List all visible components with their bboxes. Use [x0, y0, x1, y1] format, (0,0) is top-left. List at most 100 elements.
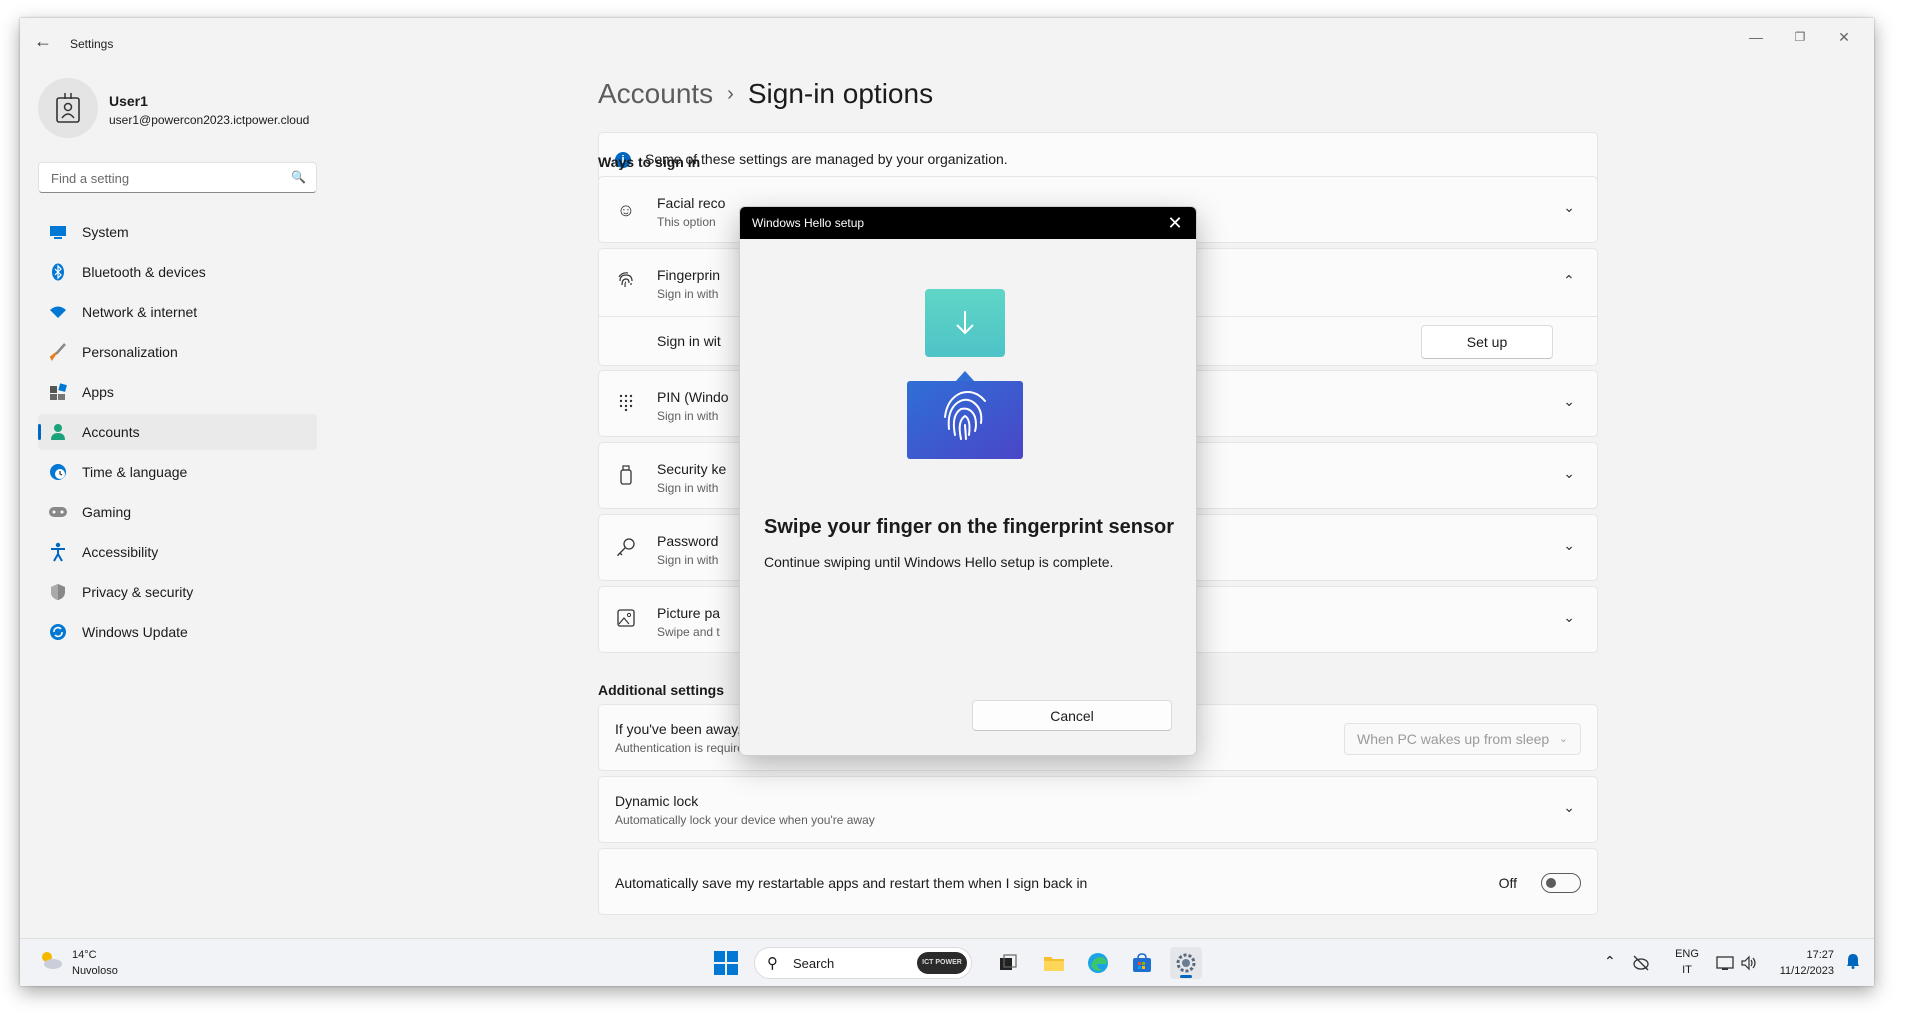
language-indicator[interactable]: ENG IT: [1672, 939, 1702, 986]
windows-hello-dialog: Windows Hello setup ✕ Swipe your finger …: [739, 206, 1197, 756]
sidebar-item-label: Bluetooth & devices: [82, 264, 206, 280]
chevron-down-icon[interactable]: ⌄: [1563, 799, 1575, 816]
breadcrumb-parent[interactable]: Accounts: [598, 78, 713, 109]
sidebar-nav: System Bluetooth & devices Network & int…: [38, 214, 317, 654]
dialog-close-icon[interactable]: ✕: [1164, 211, 1186, 235]
row-subtitle: Sign in with: [657, 287, 719, 301]
row-subtitle: Sign in with: [657, 481, 719, 495]
search-icon[interactable]: 🔍: [291, 170, 306, 184]
language-code: ENG: [1675, 948, 1699, 960]
shield-icon: [48, 582, 68, 602]
dialog-heading: Swipe your finger on the fingerprint sen…: [764, 516, 1175, 538]
chevron-down-icon[interactable]: ⌄: [1563, 465, 1575, 482]
chevron-down-icon[interactable]: ⌄: [1563, 537, 1575, 554]
usb-key-icon: [615, 465, 637, 487]
back-arrow-icon[interactable]: ←: [30, 28, 56, 54]
brush-icon: [48, 342, 68, 362]
fingerprint-icon: [615, 271, 637, 293]
chevron-down-icon[interactable]: ⌄: [1563, 393, 1575, 410]
row-title: Dynamic lock: [615, 793, 699, 809]
row-title: Facial reco: [657, 195, 726, 211]
clock-time: 17:27: [1806, 949, 1834, 961]
wifi-icon: [48, 302, 68, 322]
ways-to-sign-in-heading: Ways to sign in: [598, 154, 701, 170]
sidebar-item-label: Gaming: [82, 504, 132, 520]
row-title: Automatically save my restartable apps a…: [615, 875, 1088, 891]
badge-person-icon: [56, 93, 80, 123]
person-icon: [48, 422, 68, 442]
minimize-button[interactable]: —: [1734, 26, 1778, 48]
sidebar-item-label: Windows Update: [82, 624, 188, 640]
app-title: Settings: [70, 37, 114, 51]
dropdown-value: When PC wakes up from sleep: [1357, 731, 1550, 747]
sidebar-item-personalization[interactable]: Personalization: [38, 334, 317, 370]
sidebar-item-apps[interactable]: Apps: [38, 374, 317, 410]
restart-apps-toggle[interactable]: [1541, 873, 1581, 893]
row-title: Fingerprin: [657, 267, 721, 283]
search-highlight-badge[interactable]: ICT POWER: [917, 952, 967, 974]
row-title: Picture pa: [657, 605, 721, 621]
accessibility-icon: [48, 542, 68, 562]
sidebar-item-label: Apps: [82, 384, 114, 400]
settings-gear-icon[interactable]: [1170, 947, 1202, 979]
sidebar-item-label: Privacy & security: [82, 584, 194, 600]
picture-icon: [615, 609, 637, 631]
gamepad-icon: [48, 502, 68, 522]
bluetooth-icon: [48, 262, 68, 282]
require-sign-in-dropdown[interactable]: When PC wakes up from sleep ⌄: [1344, 723, 1581, 755]
chevron-down-icon[interactable]: ⌄: [1563, 609, 1575, 626]
apps-icon: [48, 382, 68, 402]
taskbar-search-label: Search: [793, 956, 835, 971]
find-setting-search[interactable]: 🔍: [38, 162, 317, 193]
clock-date: 11/12/2023: [1779, 965, 1834, 977]
row-title: Security ke: [657, 461, 727, 477]
sidebar-item-system[interactable]: System: [38, 214, 317, 250]
sidebar-item-accessibility[interactable]: Accessibility: [38, 534, 317, 570]
sidebar-item-time-language[interactable]: Time & language: [38, 454, 317, 490]
fingerprint-sensor-illustration: [905, 289, 1025, 459]
sidebar-item-label: System: [82, 224, 129, 240]
sidebar-item-gaming[interactable]: Gaming: [38, 494, 317, 530]
restart-apps-row: Automatically save my restartable apps a…: [598, 848, 1598, 915]
fingerprint-sign-in-label: Sign in wit: [657, 333, 721, 349]
user-email: user1@powercon2023.ictpower.cloud: [109, 113, 310, 127]
sidebar-item-network[interactable]: Network & internet: [38, 294, 317, 330]
search-icon: ⚲: [767, 955, 778, 972]
dynamic-lock-row[interactable]: Dynamic lock Automatically lock your dev…: [598, 776, 1598, 843]
notification-bell-icon[interactable]: [1846, 953, 1860, 972]
row-title: PIN (Windo: [657, 389, 729, 405]
sidebar-item-privacy[interactable]: Privacy & security: [38, 574, 317, 610]
chevron-down-icon[interactable]: ⌄: [1563, 199, 1575, 216]
dialog-title: Windows Hello setup: [752, 216, 865, 230]
sidebar-item-accounts[interactable]: Accounts: [38, 414, 317, 450]
chevron-up-icon[interactable]: ⌄: [1563, 271, 1575, 288]
microsoft-store-icon[interactable]: [1126, 947, 1158, 979]
task-view-icon[interactable]: [992, 947, 1024, 979]
restore-button[interactable]: ❐: [1778, 26, 1822, 48]
search-input[interactable]: [49, 170, 283, 187]
keypad-icon: [615, 393, 637, 415]
monitor-icon: [48, 222, 68, 242]
file-explorer-icon[interactable]: [1038, 947, 1070, 979]
user-name: User1: [109, 93, 148, 109]
sidebar-item-bluetooth[interactable]: Bluetooth & devices: [38, 254, 317, 290]
taskbar-clock[interactable]: 17:27 11/12/2023: [1780, 947, 1834, 979]
start-button[interactable]: [714, 951, 738, 975]
sidebar-item-label: Network & internet: [82, 304, 198, 320]
close-button[interactable]: ✕: [1822, 26, 1866, 48]
dialog-title-bar: Windows Hello setup ✕: [740, 207, 1196, 239]
weather-temperature: 14°C: [72, 949, 97, 961]
breadcrumb-separator: ›: [727, 83, 734, 105]
sidebar-item-label: Accessibility: [82, 544, 159, 560]
avatar[interactable]: [38, 78, 98, 138]
key-icon: [615, 537, 637, 559]
fingerprint-setup-button[interactable]: Set up: [1421, 325, 1553, 359]
row-subtitle: Automatically lock your device when you'…: [615, 813, 875, 827]
edge-browser-icon[interactable]: [1082, 947, 1114, 979]
additional-settings-heading: Additional settings: [598, 682, 724, 698]
smiley-face-icon: ☺: [616, 200, 636, 220]
sidebar-item-windows-update[interactable]: Windows Update: [38, 614, 317, 650]
taskbar-search[interactable]: ⚲ Search ICT POWER: [754, 947, 972, 979]
cancel-button[interactable]: Cancel: [972, 700, 1172, 731]
settings-window: ← Settings — ❐ ✕ User1 user1@powercon202…: [20, 18, 1874, 986]
